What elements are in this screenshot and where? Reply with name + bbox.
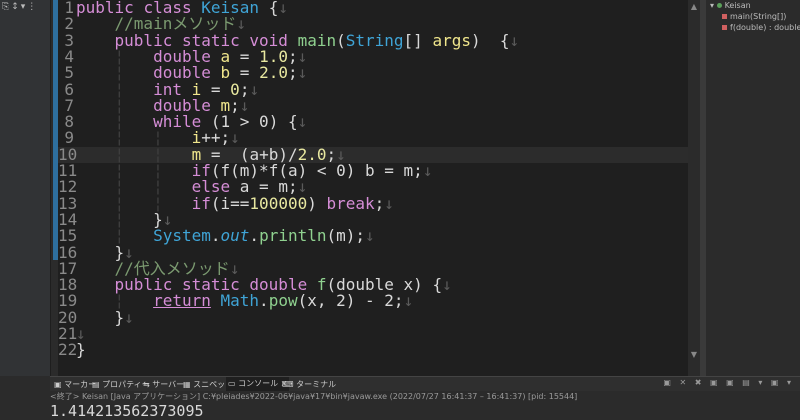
brace: { <box>268 0 279 17</box>
tab-servers[interactable]: ⇆ サーバー <box>143 379 184 390</box>
scroll-down-icon[interactable]: ▼ <box>689 350 699 359</box>
outline-item-main[interactable]: main(String[]) <box>722 12 786 21</box>
semicolon: ; <box>287 63 298 83</box>
eol-marker: ↓ <box>509 30 520 50</box>
dot: . <box>210 226 221 246</box>
brace: } <box>76 340 86 360</box>
method-icon <box>722 25 727 30</box>
array-brackets: [] <box>403 30 433 50</box>
eol-marker: ↓ <box>124 307 134 327</box>
tab-label: コンソール <box>238 379 279 388</box>
keyword: if <box>191 193 211 213</box>
eol-marker: ↓ <box>442 275 452 295</box>
outline-item-f[interactable]: f(double) : double <box>722 23 800 32</box>
dot: . <box>259 291 269 311</box>
vertical-scrollbar[interactable]: ▲ ▼ <box>688 0 700 376</box>
keyword: break <box>326 193 375 213</box>
servers-icon: ⇆ <box>143 380 153 389</box>
code-line-15[interactable]: 15 ¦ System.out.println(m);↓ <box>58 226 688 246</box>
console-toolbar[interactable]: ▣ ✕ ✖ ▣ ▣ ▤ ▾ ▣ ▾ <box>663 378 794 387</box>
left-toolbar: ⎘↕▾⋮ <box>2 2 38 12</box>
snippets-icon: ▦ <box>183 380 194 389</box>
code-line-22[interactable]: 22} <box>58 340 688 360</box>
code-editor[interactable]: 1 public class Keisan {↓ 2 //mainメソッド↓ 3 … <box>58 0 688 376</box>
eol-marker: ↓ <box>278 0 288 17</box>
outline-item-class[interactable]: ▾ Keisan <box>710 1 751 10</box>
eol-marker: ↓ <box>422 161 433 180</box>
paren: ) <box>307 193 327 213</box>
tab-label: ターミナル <box>296 380 337 389</box>
line-number: 22 <box>58 340 78 360</box>
paren: ) <box>470 30 481 50</box>
brace: { <box>287 112 298 132</box>
number: 2.0 <box>259 63 288 83</box>
outline-method-label: f(double) : double <box>730 23 800 32</box>
brace: } <box>114 307 125 327</box>
class-name: System <box>153 226 211 246</box>
tab-properties[interactable]: ▤ プロパティー <box>92 379 150 390</box>
param-name: args <box>432 30 471 50</box>
arguments: (x, 2) - 2; <box>297 291 404 311</box>
eol-marker: ↓ <box>365 226 375 246</box>
code-line-21[interactable]: 21↓ <box>58 325 688 342</box>
tab-console[interactable]: ▭ コンソール × <box>226 377 290 391</box>
keyword: return <box>153 291 211 311</box>
bottom-view-tabs: ▣ マーカー ▤ プロパティー ⇆ サーバー ▦ スニペット ▭ コンソール ×… <box>50 376 800 391</box>
method-name: println <box>259 226 327 246</box>
eol-marker: ↓ <box>249 79 260 99</box>
tab-terminal[interactable]: ⌨ ターミナル <box>282 379 336 390</box>
arguments: (m); <box>326 226 366 246</box>
tab-markers[interactable]: ▣ マーカー <box>54 379 96 390</box>
class-name: Math <box>220 291 260 311</box>
eol-marker: ↓ <box>403 291 414 311</box>
code-line-19[interactable]: 19 ¦ return Math.pow(x, 2) - 2;↓ <box>58 291 688 311</box>
class-icon <box>716 3 722 8</box>
eol-marker: ↓ <box>384 193 394 213</box>
eol-marker: ↓ <box>297 112 308 132</box>
properties-icon: ▤ <box>92 380 103 389</box>
number: 100000 <box>249 193 308 213</box>
left-toolbar-panel: ⎘↕▾⋮ <box>0 0 51 376</box>
dot: . <box>249 226 260 246</box>
field-name: out <box>220 226 250 246</box>
scroll-up-icon[interactable]: ▲ <box>689 2 699 11</box>
method-name: pow <box>268 291 298 311</box>
brace: { <box>499 30 510 50</box>
tab-label: サーバー <box>152 380 185 389</box>
outline-class-label: Keisan <box>724 1 751 10</box>
code-line-20[interactable]: 20 }↓ <box>58 307 688 327</box>
eol-marker: ↓ <box>297 63 308 83</box>
markers-icon: ▣ <box>54 380 65 389</box>
expand-icon[interactable]: ▾ <box>710 1 714 10</box>
toolbar-icon[interactable]: ⎘ <box>2 2 11 12</box>
outline-method-label: main(String[]) <box>730 12 787 21</box>
expression: (i== <box>210 193 250 213</box>
console-output: 1.414213562373095 <box>50 402 204 420</box>
toolbar-icon[interactable]: ⋮ <box>27 2 38 12</box>
terminal-icon: ⌨ <box>282 380 297 389</box>
brace: { <box>432 275 443 295</box>
outline-panel: ▾ Keisan main(String[]) f(double) : doub… <box>706 0 800 376</box>
console-icon: ▭ <box>228 379 239 388</box>
semicolon: ; <box>374 193 385 213</box>
method-icon <box>722 14 727 19</box>
toolbar-icon[interactable]: ↕ <box>11 2 21 12</box>
type-name: String <box>345 30 404 50</box>
